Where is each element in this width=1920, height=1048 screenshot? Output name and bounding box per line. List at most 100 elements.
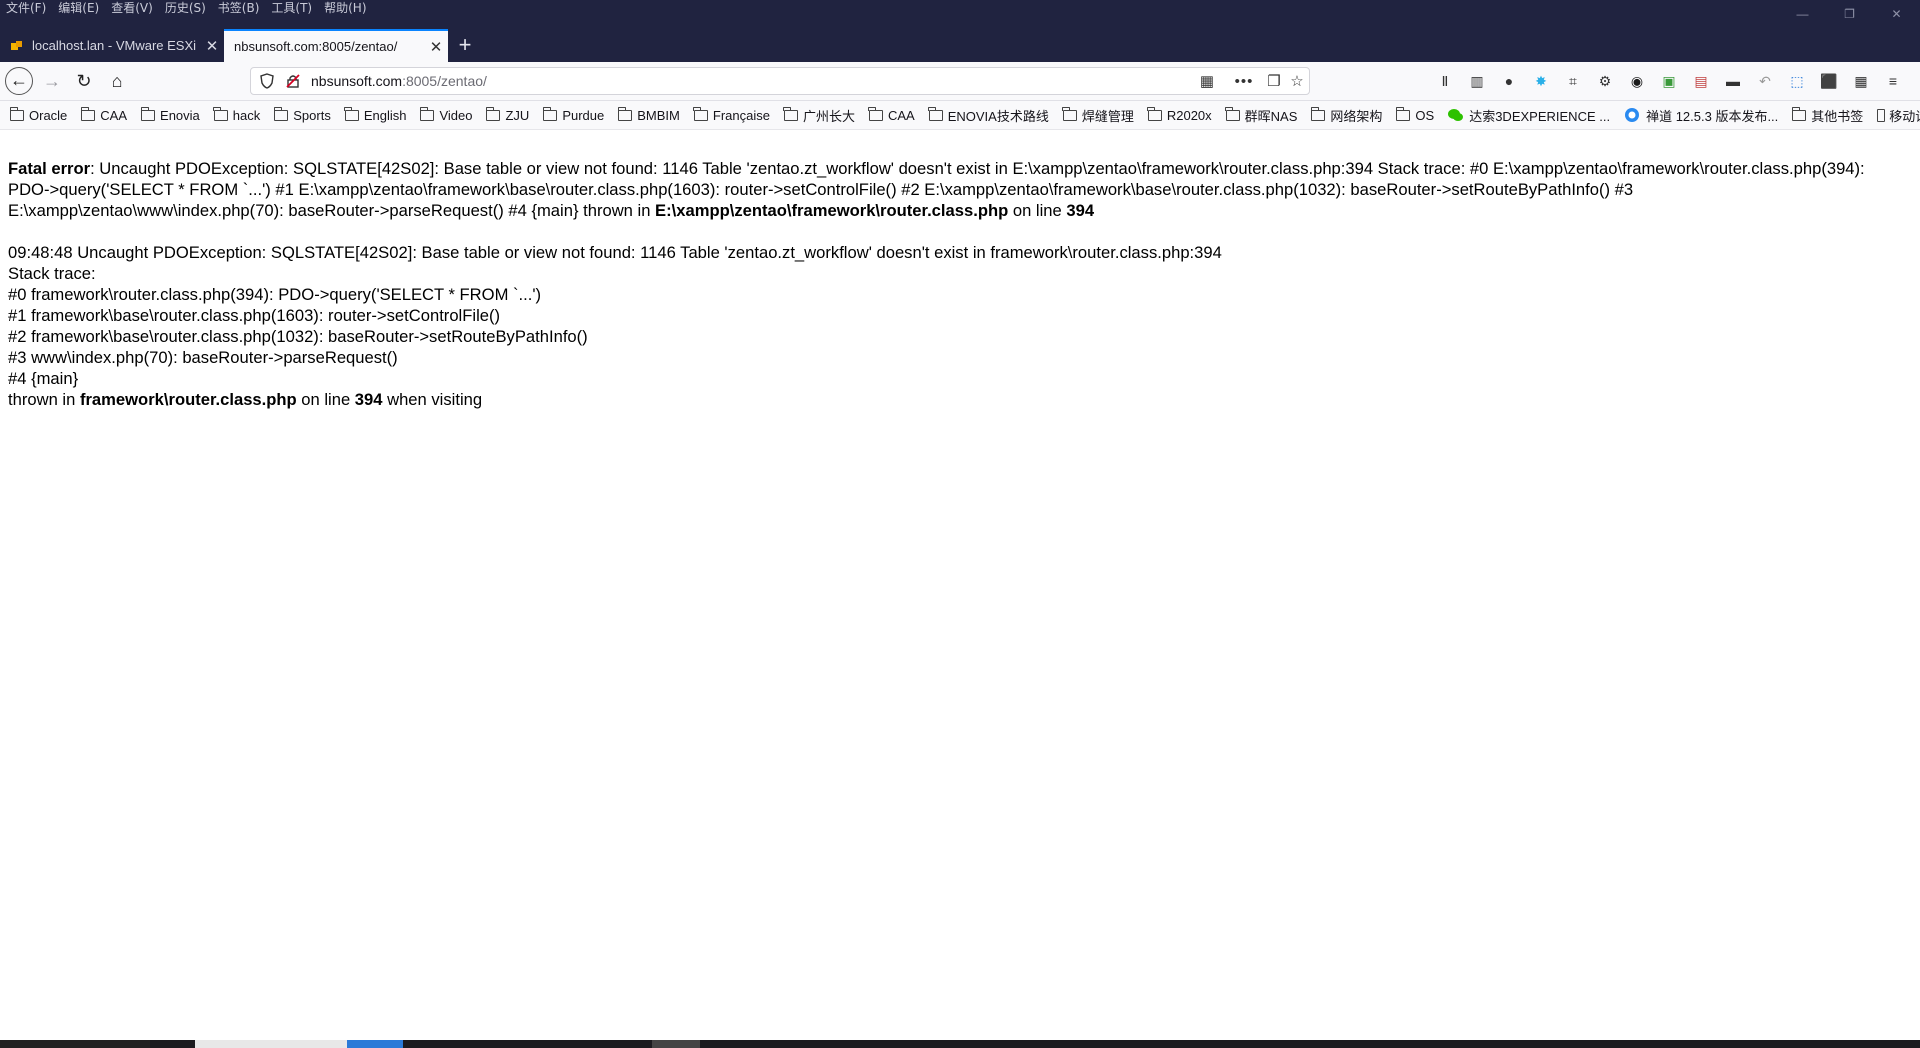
menu-view[interactable]: 查看(V): [111, 0, 159, 18]
forward-icon[interactable]: →: [38, 67, 66, 95]
bookmark-label: R2020x: [1166, 107, 1212, 123]
tab-close-icon[interactable]: ✕: [200, 37, 224, 55]
new-tab-icon[interactable]: +: [448, 29, 482, 62]
bookmark-folder[interactable]: 网络架构: [1301, 104, 1386, 126]
bookmark-folder[interactable]: Purdue: [533, 104, 608, 126]
bookmark-label: 焊缝管理: [1081, 108, 1134, 124]
bookmark-link[interactable]: 达索3DEXPERIENCE ...: [1438, 104, 1614, 126]
taskbar-app[interactable]: [652, 1040, 700, 1048]
menu-bookmarks[interactable]: 书签(B): [218, 0, 266, 18]
tab-close-icon[interactable]: ✕: [424, 38, 448, 56]
menu-history[interactable]: 历史(S): [165, 0, 212, 18]
chat-icon[interactable]: ▬: [1720, 70, 1746, 92]
menu-edit[interactable]: 编辑(E): [58, 0, 105, 18]
restore-icon[interactable]: ❐: [1826, 0, 1873, 28]
bookmark-label: Video: [439, 107, 473, 123]
bookmark-folder[interactable]: Française: [684, 104, 774, 126]
url-path: :8005/zentao/: [402, 73, 487, 89]
folder-icon: [868, 106, 883, 121]
crop-icon[interactable]: ⌗: [1560, 70, 1586, 92]
window-controls: — ❐ ✕: [1779, 0, 1920, 28]
bookmark-folder[interactable]: Sports: [264, 104, 335, 126]
bookmark-folder[interactable]: Video: [410, 104, 476, 126]
screenshot-icon[interactable]: ⬚: [1784, 70, 1810, 92]
hamburger-menu-icon[interactable]: ≡: [1880, 70, 1906, 92]
minimize-icon[interactable]: —: [1779, 0, 1826, 28]
folder-icon: [80, 106, 96, 121]
tab-vmware[interactable]: localhost.lan - VMware ESXi ✕: [0, 29, 224, 62]
back-icon[interactable]: ←: [5, 67, 33, 95]
url-host: nbsunsoft.com: [311, 73, 403, 89]
taskbar-app[interactable]: [195, 1040, 347, 1048]
thrown-line-number: 394: [354, 390, 383, 409]
menu-tools[interactable]: 工具(T): [271, 0, 318, 18]
tab-strip: localhost.lan - VMware ESXi ✕ nbsunsoft.…: [0, 29, 482, 62]
undo-icon[interactable]: ↶: [1752, 70, 1778, 92]
menu-file[interactable]: 文件(F): [6, 0, 52, 18]
extension-circle-icon[interactable]: ◉: [1624, 70, 1650, 92]
bookmark-label: 达索3DEXPERIENCE ...: [1469, 108, 1611, 124]
translate-ext-icon[interactable]: ⬛: [1816, 70, 1842, 92]
bookmark-star-icon[interactable]: ☆: [1286, 71, 1308, 93]
tracking-shield-icon[interactable]: [259, 73, 275, 89]
close-window-icon[interactable]: ✕: [1873, 0, 1920, 28]
bookmark-folder[interactable]: CAA: [71, 104, 131, 126]
bookmark-label: Sports: [293, 107, 331, 123]
page-actions-icon[interactable]: •••: [1233, 71, 1255, 93]
extension-pinwheel-icon[interactable]: ✸: [1528, 70, 1554, 92]
folder-icon: [1225, 106, 1240, 121]
insecure-lock-icon[interactable]: [285, 73, 301, 89]
other-bookmarks[interactable]: 其他书签: [1782, 104, 1867, 126]
bookmark-folder[interactable]: English: [335, 104, 411, 126]
folder-icon: [783, 106, 798, 121]
toolbar-extensions: Ⅱ ▥ ● ✸ ⌗ ⚙ ◉ ▣ ▤ ▬ ↶ ⬚ ⬛ ▦ ≡: [1432, 70, 1912, 92]
bookmark-folder[interactable]: 焊缝管理: [1053, 104, 1138, 126]
reload-icon[interactable]: ↻: [70, 67, 98, 95]
folder-icon: [485, 106, 501, 121]
folder-icon: [617, 106, 633, 121]
address-bar[interactable]: nbsunsoft.com:8005/zentao/ ▦ ••• ❐ ☆: [250, 67, 1310, 95]
bookmark-folder[interactable]: OS: [1386, 104, 1438, 126]
taskbar-app[interactable]: [347, 1040, 403, 1048]
folder-icon: [1395, 106, 1411, 121]
bookmark-folder[interactable]: Enovia: [131, 104, 204, 126]
taskbar: [0, 1040, 1920, 1048]
bookmark-folder[interactable]: R2020x: [1138, 104, 1216, 126]
folder-icon: [1147, 106, 1162, 121]
extensions-icon[interactable]: ▦: [1848, 70, 1874, 92]
folder-icon: [344, 106, 359, 121]
bookmark-folder[interactable]: CAA: [859, 104, 919, 126]
stack-frame: #4 {main}: [8, 369, 79, 388]
tab-title: localhost.lan - VMware ESXi: [32, 38, 197, 53]
library-icon[interactable]: Ⅱ: [1432, 70, 1458, 92]
qr-code-icon[interactable]: ▦: [1196, 71, 1218, 93]
bookmark-folder[interactable]: 广州长大: [774, 104, 859, 126]
bookmark-folder[interactable]: ENOVIA技术路线: [919, 104, 1053, 126]
extension-green-icon[interactable]: ▣: [1656, 70, 1682, 92]
bookmark-label: Enovia: [160, 107, 200, 123]
bookmark-folder[interactable]: ZJU: [476, 104, 533, 126]
folder-icon: [693, 106, 708, 121]
bookmark-label: English: [363, 107, 407, 123]
bookmark-label: ENOVIA技术路线: [947, 108, 1049, 124]
bookmark-folder[interactable]: BMBIM: [608, 104, 684, 126]
url-text[interactable]: nbsunsoft.com:8005/zentao/: [311, 68, 487, 94]
stack-frame: #3 www\index.php(70): baseRouter->parseR…: [8, 348, 398, 367]
tab-zentao[interactable]: nbsunsoft.com:8005/zentao/ ✕: [224, 29, 448, 62]
extension-gear-icon[interactable]: ⚙: [1592, 70, 1618, 92]
bookmark-folder[interactable]: hack: [204, 104, 264, 126]
home-icon[interactable]: ⌂: [103, 67, 131, 95]
bookmark-link[interactable]: 禅道 12.5.3 版本发布...: [1614, 104, 1782, 126]
taskbar-app[interactable]: [0, 1040, 150, 1048]
menu-help[interactable]: 帮助(H): [324, 0, 372, 18]
fatal-error-line: 394: [1066, 201, 1095, 220]
trace-header: 09:48:48 Uncaught PDOException: SQLSTATE…: [8, 243, 1222, 262]
account-icon[interactable]: ●: [1496, 70, 1522, 92]
bookmark-folder[interactable]: Oracle: [0, 104, 71, 126]
tab-title: nbsunsoft.com:8005/zentao/: [234, 39, 398, 54]
sidebar-icon[interactable]: ▥: [1464, 70, 1490, 92]
extension-red-icon[interactable]: ▤: [1688, 70, 1714, 92]
bookmark-folder[interactable]: 群晖NAS: [1216, 104, 1302, 126]
mobile-bookmarks[interactable]: 移动设备上的书签: [1867, 104, 1920, 126]
translate-icon[interactable]: ❐: [1263, 71, 1285, 93]
